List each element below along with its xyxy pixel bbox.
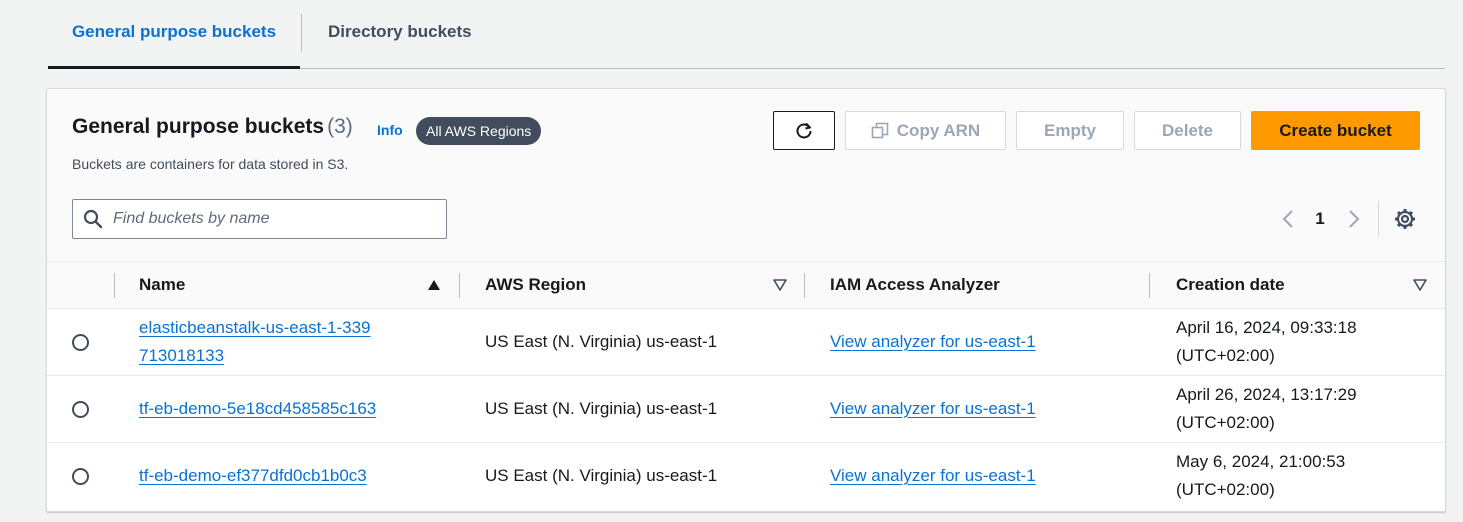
bucket-region: US East (N. Virginia) us-east-1 [485,466,718,485]
table-row: tf-eb-demo-ef377dfd0cb1b0c3 US East (N. … [47,443,1445,510]
creation-date: April 26, 2024, 13:17:29 (UTC+02:00) [1176,385,1357,432]
bucket-name-link[interactable]: tf-eb-demo-ef377dfd0cb1b0c3 [139,462,379,490]
column-header-name[interactable]: Name [139,262,185,310]
table-header: Name AWS Region IAM Access Analyzer Crea… [47,261,1445,309]
panel-title-text: General purpose buckets [72,115,325,138]
copy-arn-label: Copy ARN [896,120,981,140]
pagination-divider [1378,201,1379,237]
search-icon [83,209,103,229]
tab-general-purpose-buckets[interactable]: General purpose buckets [48,0,300,69]
buckets-table: Name AWS Region IAM Access Analyzer Crea… [47,261,1445,510]
bucket-name-link[interactable]: elasticbeanstalk-us-east-1-339713018133 [139,314,379,370]
bucket-type-tabs: General purpose buckets Directory bucket… [48,0,1445,69]
column-header-iam: IAM Access Analyzer [830,275,1000,294]
column-divider [114,273,115,298]
search-input[interactable] [113,201,433,237]
row-select-radio[interactable] [72,334,89,351]
info-link[interactable]: Info [377,122,403,138]
column-header-region[interactable]: AWS Region [485,262,586,310]
tab-directory-buckets[interactable]: Directory buckets [328,0,472,68]
bucket-region: US East (N. Virginia) us-east-1 [485,399,718,418]
sort-icon[interactable] [1413,279,1427,291]
row-select-radio[interactable] [72,468,89,485]
next-page-icon[interactable] [1345,206,1363,232]
panel-title: General purpose buckets (3) [72,115,353,139]
sort-ascending-icon[interactable] [427,279,441,291]
current-page-number[interactable]: 1 [1313,206,1327,232]
row-select-radio[interactable] [72,401,89,418]
table-row: elasticbeanstalk-us-east-1-339713018133 … [47,309,1445,376]
column-divider[interactable] [1149,273,1150,298]
bucket-count: (3) [327,115,353,138]
region-badge: All AWS Regions [416,117,542,145]
settings-gear-icon[interactable] [1393,206,1417,232]
copy-arn-button[interactable]: Copy ARN [845,111,1006,150]
creation-date: April 16, 2024, 09:33:18 (UTC+02:00) [1176,318,1357,365]
refresh-icon [796,122,812,138]
view-analyzer-link[interactable]: View analyzer for us-east-1 [830,395,1036,423]
previous-page-icon[interactable] [1279,206,1297,232]
bucket-name-link[interactable]: tf-eb-demo-5e18cd458585c163 [139,395,379,423]
column-divider[interactable] [804,273,805,298]
creation-date: May 6, 2024, 21:00:53 (UTC+02:00) [1176,452,1346,499]
copy-icon [871,122,889,138]
view-analyzer-link[interactable]: View analyzer for us-east-1 [830,328,1036,356]
search-field[interactable] [72,199,447,239]
view-analyzer-link[interactable]: View analyzer for us-east-1 [830,462,1036,490]
panel-description: Buckets are containers for data stored i… [72,156,349,172]
column-header-creation-date[interactable]: Creation date [1176,262,1285,310]
table-row: tf-eb-demo-5e18cd458585c163 US East (N. … [47,376,1445,443]
sort-icon[interactable] [773,279,787,291]
refresh-button[interactable] [773,111,835,150]
column-divider[interactable] [459,273,460,298]
empty-button[interactable]: Empty [1016,111,1124,150]
bucket-region: US East (N. Virginia) us-east-1 [485,332,718,351]
panel-header: General purpose buckets (3) Info All AWS … [47,89,1445,261]
delete-button[interactable]: Delete [1134,111,1241,150]
create-bucket-button[interactable]: Create bucket [1251,111,1420,150]
tab-divider [301,14,302,52]
buckets-panel: General purpose buckets (3) Info All AWS … [46,88,1446,512]
